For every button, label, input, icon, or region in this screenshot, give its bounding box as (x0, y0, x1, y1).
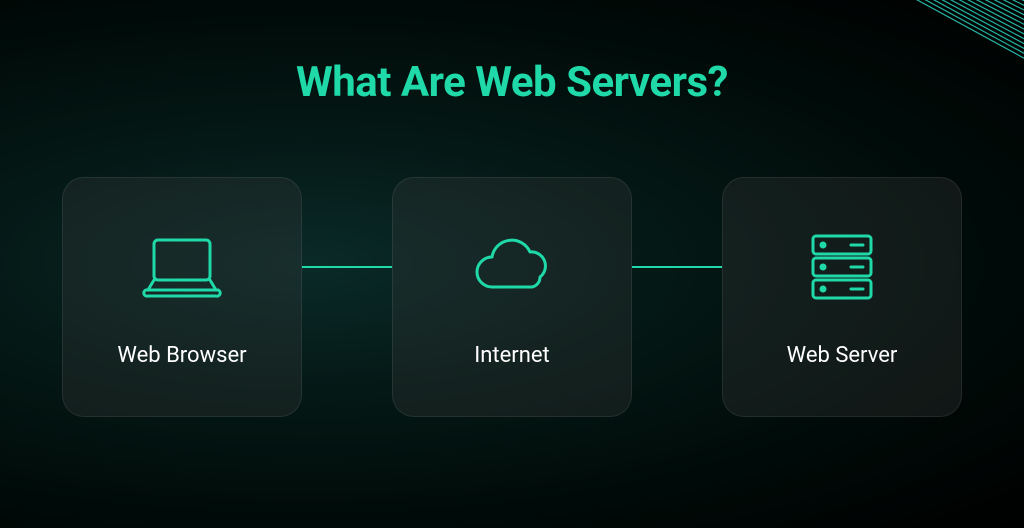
card-label: Web Browser (117, 343, 246, 368)
card-web-server: Web Server (722, 177, 962, 417)
card-internet: Internet (392, 177, 632, 417)
card-label: Web Server (787, 343, 898, 368)
cloud-icon (467, 227, 557, 307)
page-title: What Are Web Servers? (0, 0, 1024, 107)
diagram-row: Web Browser Internet Web (0, 177, 1024, 417)
card-web-browser: Web Browser (62, 177, 302, 417)
server-icon (807, 227, 877, 307)
laptop-icon (142, 227, 222, 307)
connector-line (632, 266, 722, 268)
card-label: Internet (474, 343, 549, 368)
connector-line (302, 266, 392, 268)
